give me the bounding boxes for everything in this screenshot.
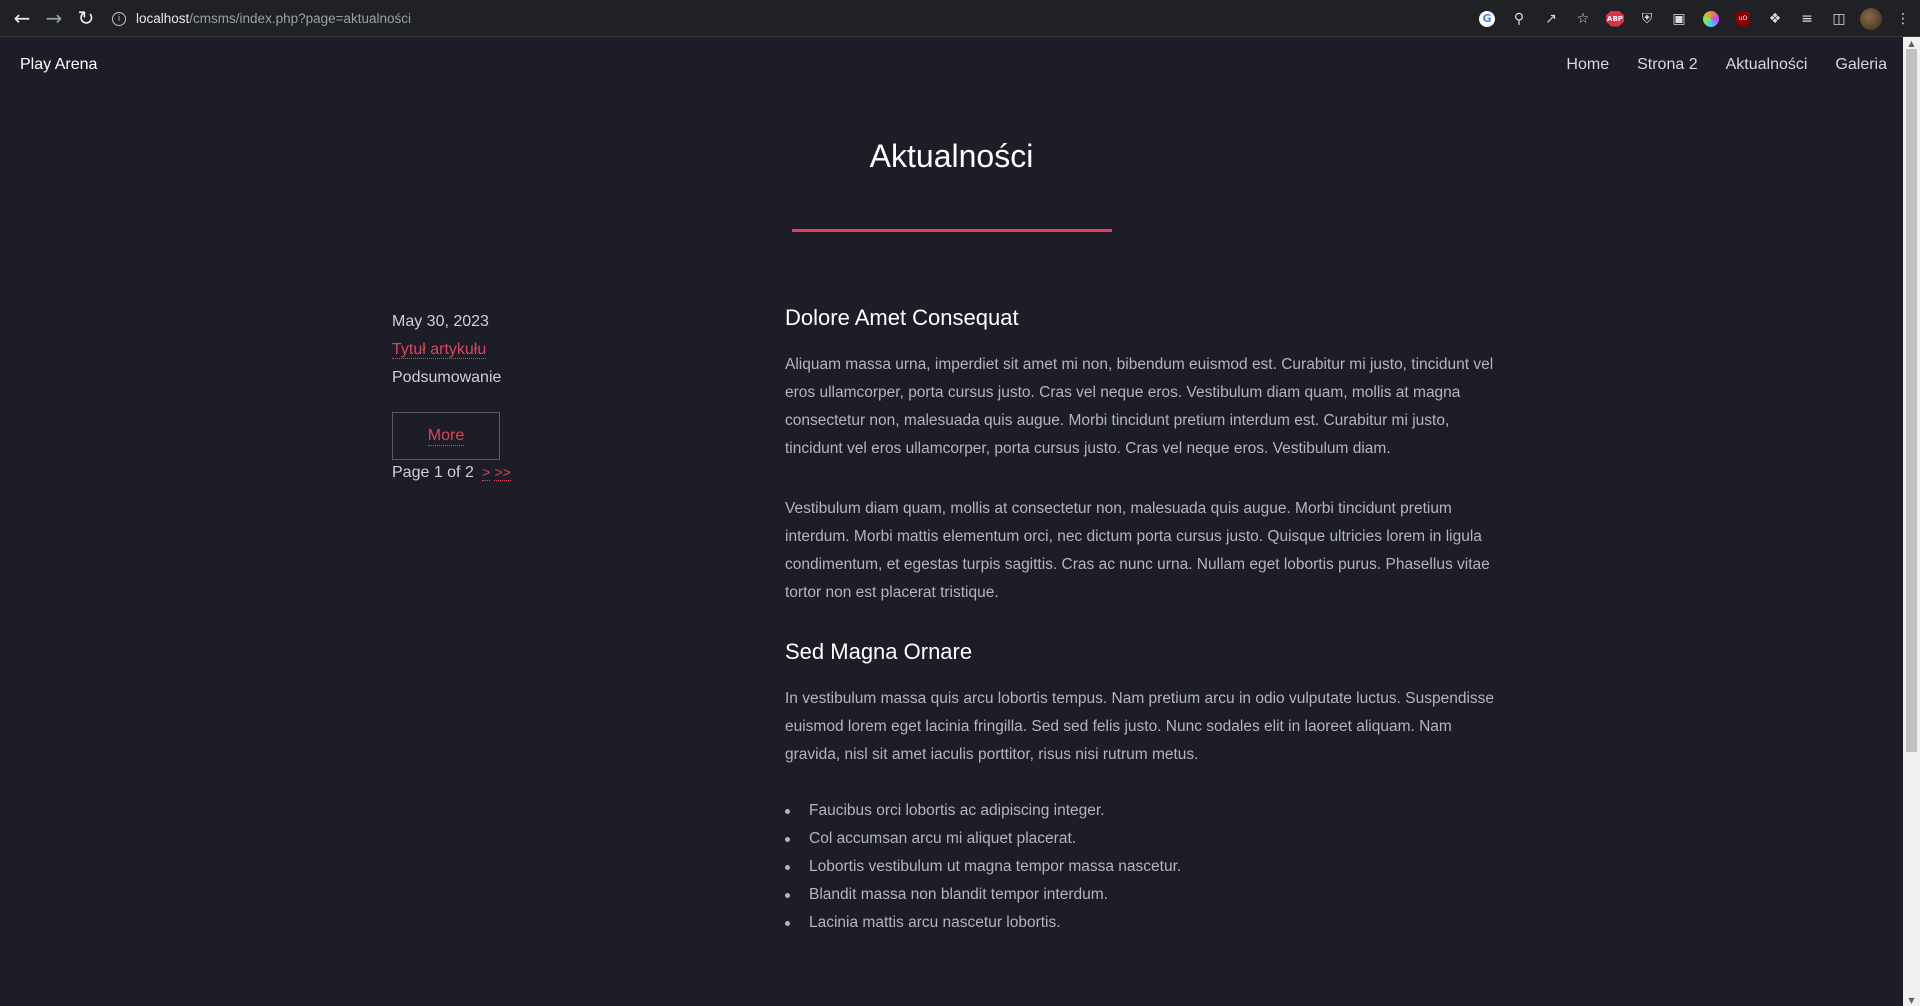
page-scrollbar[interactable]: ▲ ▼ [1903,37,1920,1006]
pagination-next-link[interactable]: > [482,464,491,481]
nav-home[interactable]: Home [1566,56,1609,74]
extensions-bar: G ⚲ ↗ ☆ ABP ⛨ ▣ uO ❖ ≡ ◫ ⋮ [1476,0,1914,37]
article-heading-2: Sed Magna Ornare [785,639,973,664]
article-paragraph-1: Aliquam massa urna, imperdiet sit amet m… [785,356,1494,457]
news-summary-text: Podsumowanie [392,369,502,386]
profile-avatar[interactable] [1860,7,1882,30]
page-title: Aktualności [869,138,1034,174]
article-list: Faucibus orci lobortis ac adipiscing int… [785,797,1510,937]
scroll-up-icon[interactable]: ▲ [1903,37,1920,49]
title-divider [792,229,1112,232]
main-nav: Home Strona 2 Aktualności Galeria [1566,56,1887,74]
news-summary: May 30, 2023 Tytuł artykułu Podsumowanie… [392,308,612,482]
browser-menu-icon[interactable]: ⋮ [1892,8,1914,30]
google-lens-icon[interactable]: G [1476,8,1498,30]
scroll-down-icon[interactable]: ▼ [1903,994,1920,1006]
pagination: Page 1 of 2 > >> [392,464,612,482]
nav-galeria[interactable]: Galeria [1835,56,1887,74]
reading-list-icon[interactable]: ≡ [1796,8,1818,30]
browser-toolbar: ← → ↻ i localhost /cmsms/index.php?page=… [0,0,1920,37]
url-host: localhost [136,11,190,26]
bookmark-extension-icon[interactable]: ▣ [1668,8,1690,30]
forward-arrow-icon[interactable]: → [38,0,70,37]
article-content: Dolore Amet Consequat Aliquam massa urna… [785,305,1510,937]
nav-aktualnosci[interactable]: Aktualności [1726,56,1808,74]
list-item: Lacinia mattis arcu nascetur lobortis. [785,909,1510,937]
article-paragraph-3: In vestibulum massa quis arcu lobortis t… [785,690,1495,763]
adblock-plus-icon[interactable]: ABP [1604,8,1626,30]
list-item: Lobortis vestibulum ut magna tempor mass… [785,853,1510,881]
more-button-label: More [427,426,465,446]
bookmark-star-icon[interactable]: ☆ [1572,8,1594,30]
list-item: Blandit massa non blandit tempor interdu… [785,881,1510,909]
more-button[interactable]: More [392,412,500,460]
list-item: Faucibus orci lobortis ac adipiscing int… [785,797,1510,825]
pagination-last-link[interactable]: >> [494,464,511,481]
site-logo[interactable]: Play Arena [20,56,97,74]
article-heading-1: Dolore Amet Consequat [785,305,1019,330]
article-paragraph-2: Vestibulum diam quam, mollis at consecte… [785,500,1490,601]
pagination-text: Page 1 of 2 [392,464,474,481]
color-picker-extension-icon[interactable] [1700,8,1722,30]
extensions-puzzle-icon[interactable]: ❖ [1764,8,1786,30]
share-icon[interactable]: ↗ [1540,8,1562,30]
ublock-origin-icon[interactable]: uO [1732,8,1754,30]
zoom-icon[interactable]: ⚲ [1508,8,1530,30]
scroll-thumb[interactable] [1906,49,1917,752]
side-panel-icon[interactable]: ◫ [1828,8,1850,30]
list-item: Col accumsan arcu mi aliquet placerat. [785,825,1510,853]
shield-extension-icon[interactable]: ⛨ [1636,8,1658,30]
nav-strona-2[interactable]: Strona 2 [1637,56,1697,74]
url-path: /cmsms/index.php?page=aktualności [189,11,412,26]
address-bar[interactable]: i localhost /cmsms/index.php?page=aktual… [112,4,1457,33]
news-date: May 30, 2023 [392,313,489,330]
site-info-icon[interactable]: i [112,11,126,26]
reload-icon[interactable]: ↻ [70,0,102,37]
news-article-link[interactable]: Tytuł artykułu [392,341,487,359]
back-arrow-icon[interactable]: ← [6,0,38,37]
